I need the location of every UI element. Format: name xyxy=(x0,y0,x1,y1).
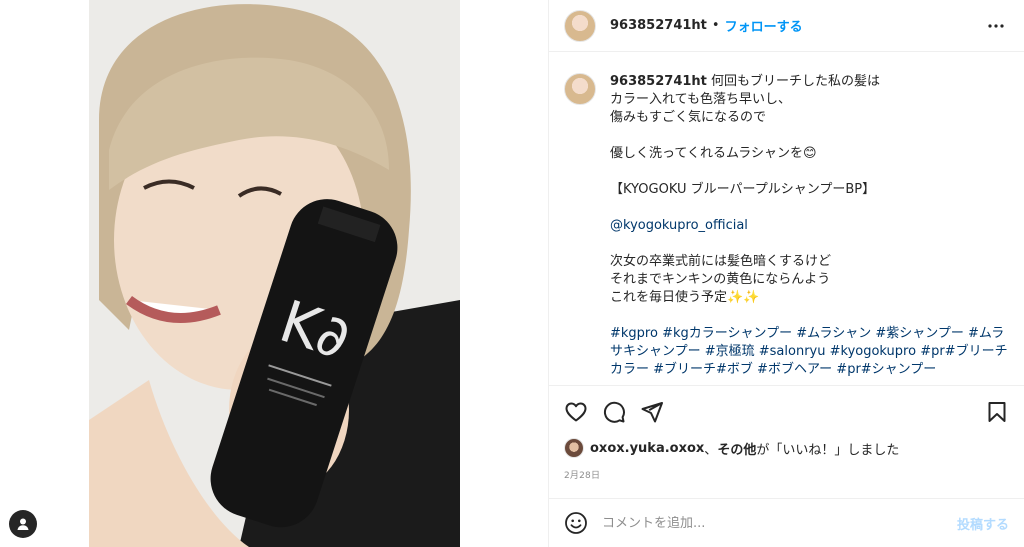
more-horizontal-icon[interactable] xyxy=(984,14,1008,38)
hashtags[interactable]: #kgpro #kgカラーシャンプー #ムラシャン #紫シャンプー #ムラサキシ… xyxy=(610,325,1009,379)
post-side-panel: 963852741ht • フォローする 963852741ht 何回もブリーチ… xyxy=(548,0,1024,547)
caption-row: 963852741ht 何回もブリーチした私の髪は カラー入れても色落ち早いし、… xyxy=(564,73,1009,379)
header-separator: • xyxy=(711,18,720,33)
comments-section[interactable]: 963852741ht 何回もブリーチした私の髪は カラー入れても色落ち早いし、… xyxy=(549,53,1024,385)
liker-avatar[interactable] xyxy=(564,438,584,458)
comment-icon[interactable] xyxy=(602,400,626,424)
post-date[interactable]: 2月28日 xyxy=(564,468,1009,481)
likes-others-link[interactable]: その他 xyxy=(717,439,756,458)
action-icons xyxy=(564,400,1009,424)
photo-illustration: K∂ xyxy=(89,0,460,547)
author-username[interactable]: 963852741ht xyxy=(610,18,707,33)
emoji-icon[interactable] xyxy=(564,511,588,535)
caption-text-2: 優しく洗ってくれるムラシャンを😊 xyxy=(610,146,817,161)
liker-username[interactable]: oxox.yuka.oxox xyxy=(590,441,704,456)
caption-text-3: 【KYOGOKU ブルーパープルシャンプーBP】 xyxy=(610,182,876,197)
caption-author-avatar[interactable] xyxy=(564,73,596,105)
actions-section: oxox.yuka.oxox、その他 が「いいね！」しました 2月28日 xyxy=(549,385,1024,481)
post-comment-button[interactable]: 投稿する xyxy=(957,514,1009,533)
caption-username[interactable]: 963852741ht xyxy=(610,74,707,89)
user-tag-icon[interactable] xyxy=(9,510,37,538)
follow-button[interactable]: フォローする xyxy=(725,16,803,35)
caption: 963852741ht 何回もブリーチした私の髪は カラー入れても色落ち早いし、… xyxy=(610,73,1009,379)
bookmark-icon[interactable] xyxy=(985,400,1009,424)
caption-text-4: 次女の卒業式前には髪色暗くするけど それまでキンキンの黄色にならんよう これを毎… xyxy=(610,254,832,305)
mention-link[interactable]: @kyogokupro_official xyxy=(610,217,1009,235)
author-avatar[interactable] xyxy=(564,9,596,42)
heart-icon[interactable] xyxy=(564,400,588,424)
share-icon[interactable] xyxy=(640,400,664,424)
add-comment-bar: 投稿する xyxy=(549,498,1024,547)
likes-separator: 、 xyxy=(704,442,718,458)
post-header: 963852741ht • フォローする xyxy=(549,0,1024,52)
likes-suffix: が「いいね！」しました xyxy=(756,442,900,458)
comment-input[interactable] xyxy=(602,515,957,531)
photo-pane: K∂ xyxy=(0,0,548,547)
likes-summary: oxox.yuka.oxox、その他 が「いいね！」しました xyxy=(564,438,1009,458)
post-photo[interactable]: K∂ xyxy=(89,0,460,547)
